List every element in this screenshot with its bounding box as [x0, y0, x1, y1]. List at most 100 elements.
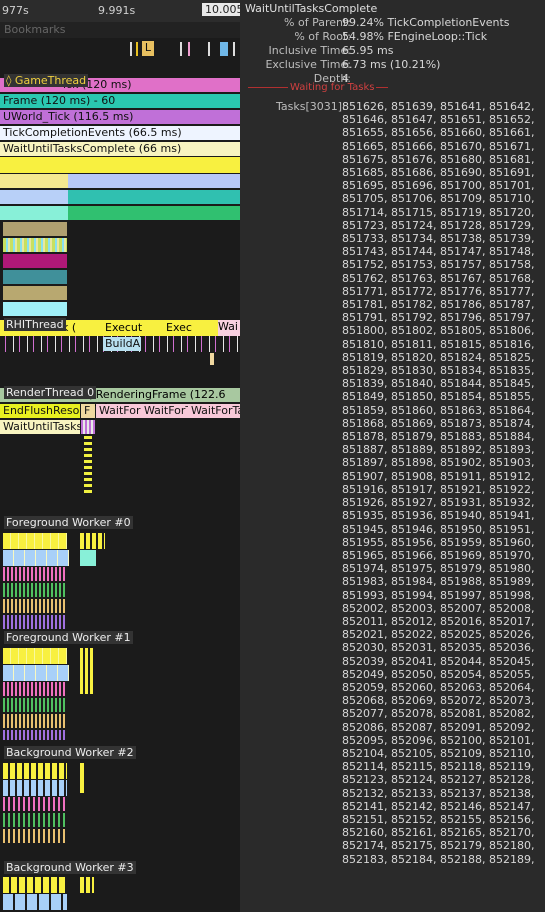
rhi-event-builda[interactable]: BuildA	[103, 337, 141, 351]
rhi-event[interactable]	[210, 353, 214, 365]
tooltip-value: 99.24% TickCompletionEvents	[342, 16, 510, 29]
worker-event-cluster[interactable]	[3, 682, 67, 696]
cpu-event[interactable]	[0, 206, 68, 220]
tooltip-value: 54.98% FEngineLoop::Tick	[342, 30, 488, 43]
cpu-event[interactable]	[3, 254, 67, 268]
worker-event-cluster[interactable]	[3, 567, 67, 581]
worker-event-cluster[interactable]	[80, 533, 105, 549]
task-id-line: 851935, 851936, 851940, 851941,	[342, 509, 535, 523]
worker-event-cluster[interactable]	[3, 615, 67, 629]
event-label: Exec	[166, 321, 192, 334]
worker-event-cluster[interactable]	[3, 730, 67, 740]
foreground-worker-1-header[interactable]: Foreground Worker #1	[4, 631, 133, 644]
tooltip-value: 6.73 ms (10.21%)	[342, 58, 441, 71]
task-id-line: 851878, 851879, 851883, 851884,	[342, 430, 535, 444]
worker-event-cluster[interactable]	[3, 648, 67, 664]
render-event[interactable]: F	[81, 404, 95, 418]
cpu-event[interactable]	[0, 157, 240, 173]
render-event-cluster[interactable]	[84, 436, 92, 496]
worker-event-cluster[interactable]	[3, 599, 67, 613]
tooltip-value: 65.95 ms	[342, 44, 394, 57]
tooltip-title: WaitUntilTasksComplete	[245, 2, 378, 15]
cpu-event[interactable]	[3, 222, 67, 236]
worker-event-cluster[interactable]	[3, 829, 67, 843]
worker-event-cluster[interactable]	[3, 797, 67, 811]
timing-timeline-panel[interactable]: 977s 9.991s 10.005 Bookmarks L ick (120 …	[0, 0, 240, 912]
task-id-line: 851791, 851792, 851796, 851797,	[342, 311, 535, 325]
worker-event-cluster[interactable]	[3, 698, 67, 712]
task-id-line: 851819, 851820, 851824, 851825,	[342, 350, 535, 364]
worker-event-cluster[interactable]	[3, 877, 67, 893]
render-event-wait-for[interactable]: WaitForTa	[188, 404, 240, 418]
worker-event-cluster[interactable]	[3, 583, 67, 597]
time-ruler[interactable]: 977s 9.991s 10.005	[0, 0, 240, 22]
marker	[130, 42, 132, 56]
ruler-current-time: 10.005	[202, 3, 240, 16]
worker-event-cluster[interactable]	[3, 533, 67, 549]
task-id-line: 851781, 851782, 851786, 851787,	[342, 298, 535, 312]
tasks-id-list: 851626, 851639, 851641, 851642, 851646, 8…	[342, 100, 542, 866]
worker-event-cluster[interactable]	[3, 813, 67, 827]
cpu-event-tick-completion-events[interactable]: TickCompletionEvents (66.5 ms)	[0, 126, 240, 140]
task-id-line: 851945, 851946, 851950, 851951,	[342, 522, 535, 536]
event-label: Wai	[218, 320, 240, 336]
bookmarks-track[interactable]: Bookmarks	[0, 22, 240, 38]
worker-event-cluster[interactable]	[80, 648, 94, 694]
cpu-event-wait-until-tasks-complete[interactable]: WaitUntilTasksComplete (66 ms)	[0, 142, 240, 156]
render-event-wait-for[interactable]: WaitFor WaitForT	[96, 404, 188, 418]
task-id-line: 852086, 852087, 852091, 852092,	[342, 720, 535, 734]
worker-event[interactable]	[80, 763, 84, 793]
tooltip-key: % of Parent:	[284, 16, 351, 29]
render-event-wait-until-tasks[interactable]: WaitUntilTasks	[0, 420, 80, 434]
cpu-event[interactable]	[3, 270, 67, 284]
task-id-line: 852049, 852050, 852054, 852055,	[342, 667, 535, 681]
worker-event-cluster[interactable]	[3, 894, 67, 910]
tooltip-key: Inclusive Time:	[268, 44, 351, 57]
background-worker-3-header[interactable]: Background Worker #3	[4, 861, 136, 874]
task-id-line: 852030, 852031, 852035, 852036,	[342, 641, 535, 655]
worker-event-cluster[interactable]	[3, 714, 67, 728]
bookmarks-label: Bookmarks	[4, 23, 66, 36]
worker-event-cluster[interactable]	[3, 780, 67, 796]
task-id-line: 852183, 852184, 852188, 852189,	[342, 852, 535, 866]
task-id-line: 851733, 851734, 851738, 851739,	[342, 232, 535, 246]
task-id-line: 851993, 851994, 851997, 851998,	[342, 588, 535, 602]
task-id-line: 851983, 851984, 851988, 851989,	[342, 575, 535, 589]
cpu-event[interactable]	[0, 190, 68, 204]
task-id-line: 851916, 851917, 851921, 851922,	[342, 482, 535, 496]
cpu-event[interactable]	[68, 190, 240, 204]
cpu-event[interactable]	[68, 206, 240, 220]
rhithread-track-header[interactable]: RHIThread	[4, 318, 66, 331]
marker-L[interactable]: L	[142, 41, 154, 56]
task-id-line: 852021, 852022, 852025, 852026,	[342, 628, 535, 642]
task-id-line: 851849, 851850, 851854, 851855,	[342, 390, 535, 404]
cpu-event[interactable]	[0, 174, 68, 188]
task-id-line: 851762, 851763, 851767, 851768,	[342, 271, 535, 285]
foreground-worker-0-header[interactable]: Foreground Worker #0	[4, 516, 133, 529]
worker-event-cluster[interactable]	[3, 665, 69, 681]
cpu-event[interactable]	[68, 174, 240, 188]
worker-event-cluster[interactable]	[80, 877, 94, 893]
worker-event[interactable]	[80, 550, 96, 566]
cpu-event-uworld-tick[interactable]: UWorld_Tick (116.5 ms)	[0, 110, 240, 124]
task-id-line: 851675, 851676, 851680, 851681,	[342, 152, 535, 166]
task-id-line: 851839, 851840, 851844, 851845,	[342, 377, 535, 391]
task-id-line: 851868, 851869, 851873, 851874,	[342, 416, 535, 430]
task-id-line: 852132, 852133, 852137, 852138,	[342, 786, 535, 800]
worker-event-cluster[interactable]	[3, 763, 67, 779]
cpu-event[interactable]	[3, 286, 67, 300]
ruler-tick-label: 9.991s	[98, 4, 136, 17]
background-worker-2-header[interactable]: Background Worker #2	[4, 746, 136, 759]
render-event-cluster[interactable]	[81, 420, 95, 434]
cpu-event-cluster[interactable]	[3, 238, 67, 252]
task-id-line: 852141, 852142, 852146, 852147,	[342, 799, 535, 813]
task-id-line: 851771, 851772, 851776, 851777,	[342, 284, 535, 298]
task-id-line: 851705, 851706, 851709, 851710,	[342, 192, 535, 206]
render-event-end-flush[interactable]: EndFlushResou	[0, 404, 80, 418]
worker-event-cluster[interactable]	[3, 550, 69, 566]
cpu-event[interactable]	[3, 302, 67, 316]
renderthread-track-header[interactable]: RenderThread 0	[4, 386, 97, 399]
task-id-line: 851723, 851724, 851728, 851729,	[342, 218, 535, 232]
cpu-event-frame[interactable]: Frame (120 ms) - 60	[0, 94, 240, 108]
gamethread-track-header[interactable]: ◊ GameThread	[4, 74, 89, 87]
